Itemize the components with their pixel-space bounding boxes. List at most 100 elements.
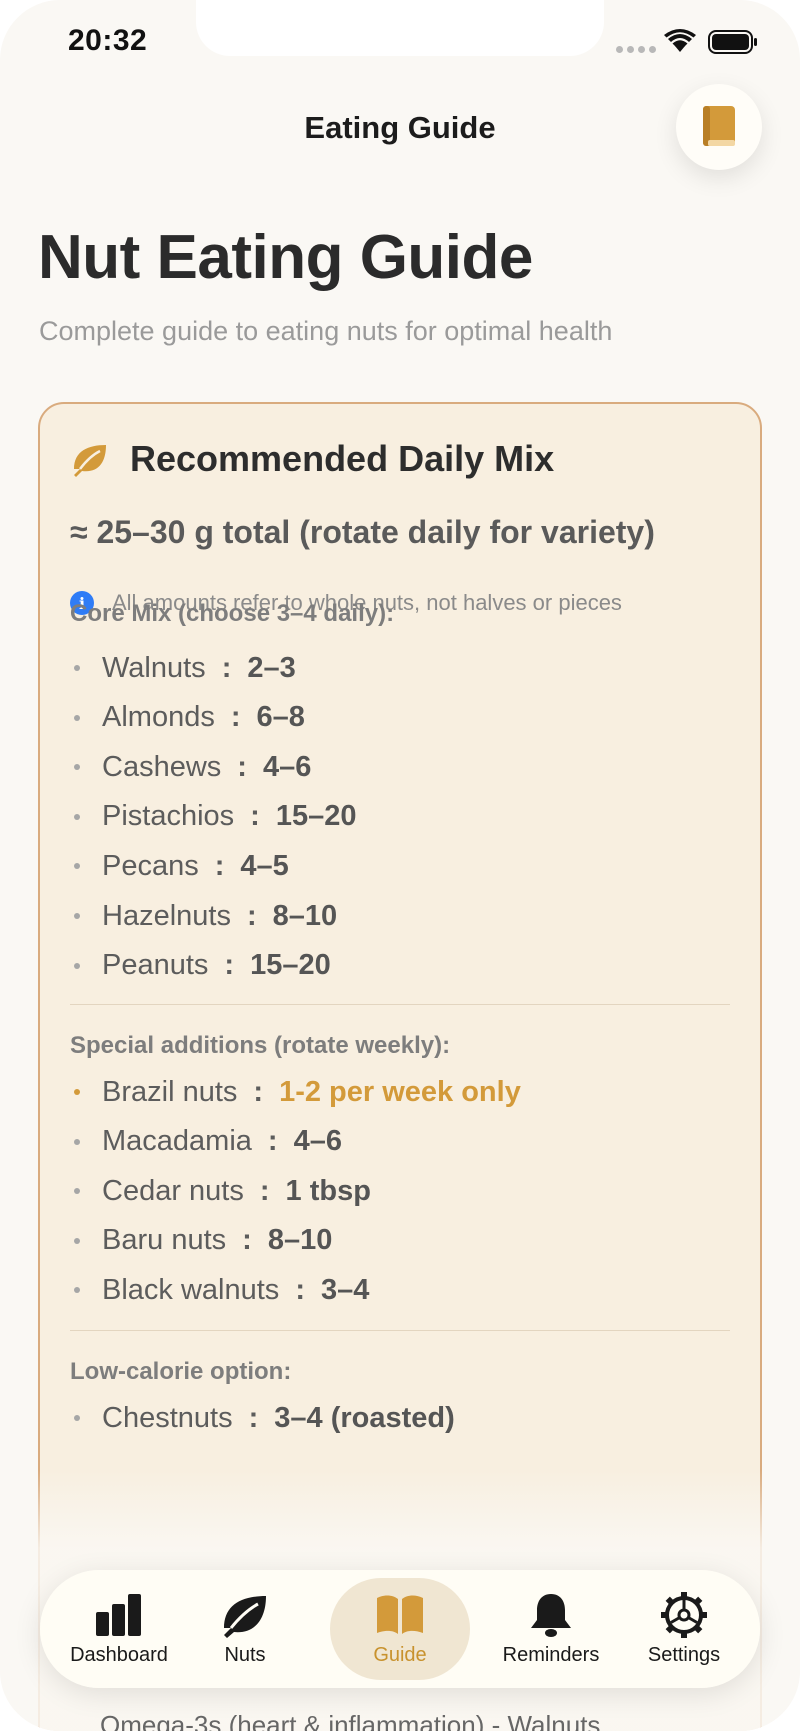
separator: :	[250, 800, 260, 833]
nut-name: Black walnuts	[102, 1273, 280, 1306]
gear-icon	[661, 1591, 707, 1638]
signal-icon	[616, 46, 656, 53]
low-calorie-heading: Low-calorie option:	[70, 1358, 292, 1385]
nut-amount: 4–6	[262, 750, 312, 783]
bullet-icon	[74, 1188, 80, 1195]
separator: :	[248, 1401, 259, 1434]
nut-name: Hazelnuts	[102, 899, 231, 932]
list-item: Pecans:4–5	[70, 846, 289, 886]
separator: :	[267, 1125, 278, 1158]
separator: :	[246, 899, 257, 932]
leaf-icon	[74, 445, 106, 477]
chart-bars-icon	[96, 1593, 141, 1636]
bell-icon	[531, 1593, 571, 1637]
list-item: Baru nuts:8–10	[70, 1221, 332, 1261]
nut-amount: 3–4	[320, 1273, 370, 1306]
battery-icon	[708, 30, 757, 54]
tab-nuts[interactable]: Nuts	[190, 1578, 300, 1680]
tab-bar: Dashboard Nuts Guide Reminders Settings	[40, 1570, 760, 1688]
nut-name: Macadamia	[102, 1125, 252, 1158]
status-bar: 20:32	[0, 0, 800, 90]
nut-amount: 15–20	[250, 949, 331, 982]
nut-name: Brazil nuts	[102, 1075, 238, 1108]
separator: :	[295, 1273, 305, 1306]
guide-book-button[interactable]	[676, 84, 762, 170]
bullet-icon	[74, 863, 80, 870]
page-subtitle: Complete guide to eating nuts for optima…	[39, 316, 613, 346]
bullet-icon	[74, 1287, 80, 1294]
nut-amount: 3–4 (roasted)	[274, 1401, 455, 1434]
tab-reminders[interactable]: Reminders	[486, 1578, 616, 1680]
app-screen: 20:32 Eating Guide Nut Eating Guide Comp…	[0, 0, 800, 1731]
book-icon	[703, 106, 735, 146]
book-open-icon	[377, 1594, 423, 1634]
tab-guide[interactable]: Guide	[330, 1578, 470, 1680]
device-notch	[196, 0, 604, 56]
divider	[70, 1004, 730, 1005]
list-item: Chestnuts:3–4 (roasted)	[70, 1398, 455, 1438]
nut-amount: 2–3	[247, 651, 296, 684]
separator: :	[224, 949, 235, 982]
separator: :	[242, 1224, 252, 1257]
separator: :	[237, 750, 247, 783]
card-title: Recommended Daily Mix	[130, 438, 555, 479]
divider	[70, 1330, 730, 1331]
tab-label: Settings	[647, 1643, 721, 1666]
tab-label: Nuts	[224, 1643, 266, 1666]
bullet-icon	[74, 962, 80, 969]
nut-amount: 1 tbsp	[285, 1174, 371, 1207]
list-item: Hazelnuts:8–10	[70, 896, 337, 936]
core-mix-heading: Core Mix (choose 3–4 daily):	[70, 600, 395, 627]
nut-amount: 4–6	[293, 1125, 342, 1158]
bullet-icon	[74, 1089, 80, 1095]
tab-label: Dashboard	[70, 1643, 168, 1666]
nut-name: Walnuts	[102, 651, 206, 684]
list-item: Cedar nuts:1 tbsp	[70, 1171, 371, 1211]
bullet-icon	[74, 714, 80, 721]
nut-name: Chestnuts	[102, 1401, 233, 1434]
list-item: Pistachios:15–20	[70, 797, 357, 837]
nut-name: Cedar nuts	[102, 1174, 244, 1207]
bullet-icon	[74, 1237, 80, 1244]
nut-amount: 6–8	[256, 701, 305, 734]
list-item: Black walnuts:3–4	[70, 1270, 369, 1310]
separator: :	[230, 701, 241, 734]
nut-amount: 1-2 per week only	[279, 1075, 521, 1108]
nut-name: Pecans	[102, 849, 199, 882]
tab-label: Guide	[373, 1643, 427, 1666]
nut-name: Pistachios	[102, 800, 235, 833]
nut-name: Peanuts	[102, 949, 209, 982]
card-header: Recommended Daily Mix	[70, 438, 554, 480]
list-item: Cashews:4–6	[70, 747, 311, 787]
nut-amount: 4–5	[240, 849, 289, 882]
nut-amount: 15–20	[275, 800, 357, 833]
separator: :	[214, 849, 225, 882]
nut-name: Almonds	[102, 701, 215, 734]
bullet-icon	[74, 1138, 80, 1145]
list-item: Brazil nuts:1-2 per week only	[70, 1072, 521, 1112]
bullet-icon	[74, 764, 80, 771]
bullet-icon	[74, 665, 80, 671]
bullet-icon	[74, 913, 80, 919]
special-additions-heading: Special additions (rotate weekly):	[70, 1032, 451, 1059]
bullet-icon	[74, 813, 80, 820]
leaf-icon	[224, 1595, 266, 1638]
list-item: Almonds:6–8	[70, 698, 305, 738]
list-item: Peanuts:15–20	[70, 946, 331, 986]
total-amount: ≈ 25–30 g total (rotate daily for variet…	[70, 514, 655, 550]
status-time: 20:32	[68, 24, 148, 57]
bullet-icon	[74, 1415, 80, 1421]
separator: :	[259, 1174, 270, 1207]
tab-dashboard[interactable]: Dashboard	[54, 1578, 184, 1680]
separator: :	[221, 651, 232, 684]
wifi-icon	[664, 29, 696, 52]
list-item: Walnuts:2–3	[70, 648, 296, 688]
nut-name: Cashews	[102, 750, 222, 783]
nut-name: Baru nuts	[102, 1224, 227, 1257]
tab-label: Reminders	[502, 1643, 600, 1666]
separator: :	[253, 1075, 264, 1108]
page-title: Nut Eating Guide	[38, 223, 533, 292]
nut-amount: 8–10	[267, 1224, 333, 1257]
tab-settings[interactable]: Settings	[624, 1578, 744, 1680]
nut-amount: 8–10	[272, 899, 338, 932]
